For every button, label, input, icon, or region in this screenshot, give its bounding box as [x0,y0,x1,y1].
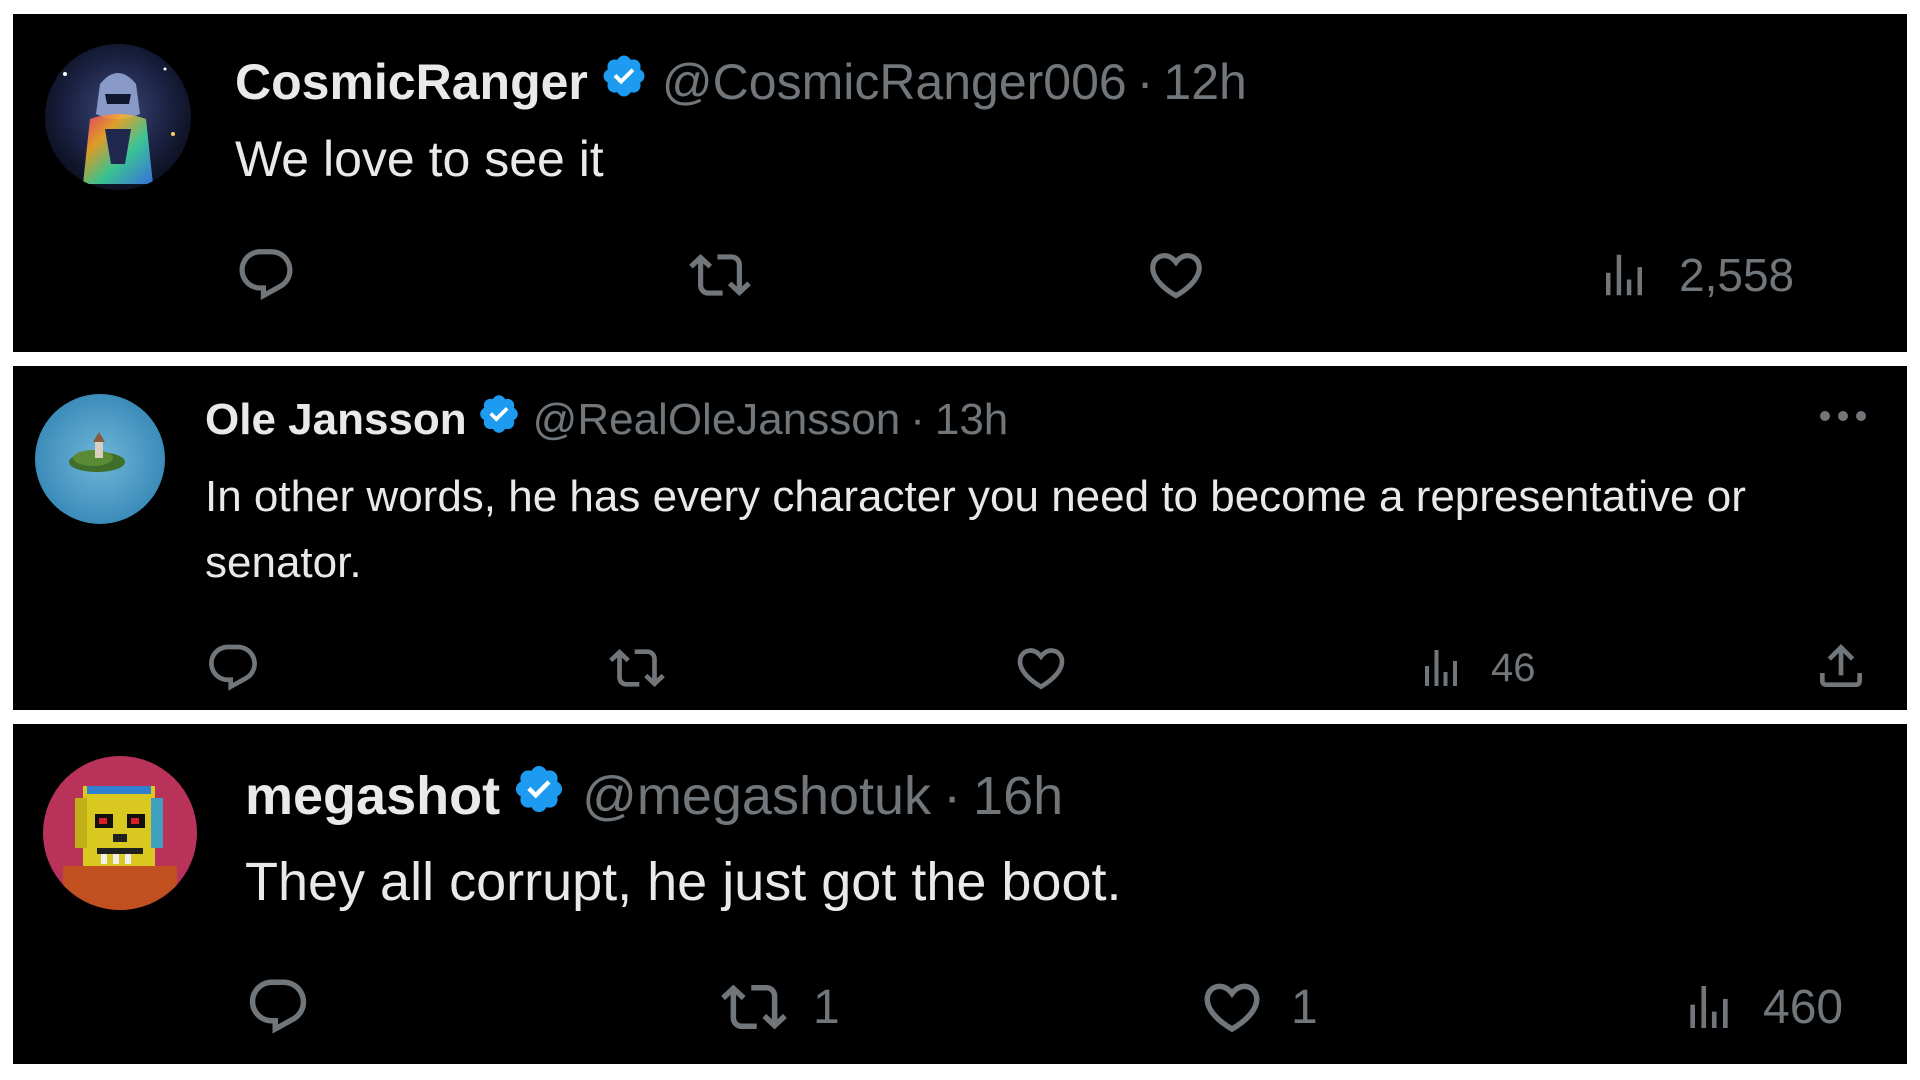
retweet-button[interactable] [689,244,779,306]
avatar[interactable] [35,394,165,524]
share-icon [1813,638,1869,694]
timestamp[interactable]: 16h [973,765,1063,827]
author-name[interactable]: megashot [245,765,500,827]
reply-icon [205,640,261,696]
more-options-button[interactable] [1817,406,1869,431]
tweet-text: We love to see it [235,131,604,187]
meta-separator: · [910,394,925,444]
tweet-card[interactable]: CosmicRanger @CosmicRanger006 · 12h We l… [13,14,1907,352]
tweet-header: Ole Jansson @RealOleJansson · 13h [205,392,1008,447]
timestamp[interactable]: 13h [935,395,1008,445]
tweet-text: In other words, he has every character y… [205,472,1746,587]
retweet-icon [609,640,665,696]
like-button[interactable] [1013,640,1095,696]
reply-button[interactable] [235,244,325,306]
views-count: 460 [1763,980,1844,1034]
verified-badge-icon [512,762,566,829]
tweet-card[interactable]: Ole Jansson @RealOleJansson · 13h In oth… [13,366,1907,710]
heart-icon [1199,974,1265,1040]
avatar[interactable] [43,756,197,910]
tweet-header: CosmicRanger @CosmicRanger006 · 12h [235,52,1247,112]
heart-icon [1145,244,1207,306]
reply-button[interactable] [205,640,287,696]
retweet-count: 1 [813,980,840,1034]
author-handle[interactable]: @CosmicRanger006 [662,53,1127,111]
views-count: 2,558 [1679,249,1795,301]
like-button[interactable] [1145,244,1235,306]
author-handle[interactable]: @RealOleJansson [533,395,901,445]
verified-badge-icon [600,52,648,112]
views-chart-icon [1597,244,1651,306]
verified-badge-icon [477,392,521,447]
reply-icon [245,974,311,1040]
meta-separator: · [1136,54,1154,110]
share-button[interactable] [1813,638,1869,694]
views-chart-icon [1417,640,1465,696]
tweet-text: They all corrupt, he just got the boot. [245,852,1122,912]
timestamp[interactable]: 12h [1163,53,1246,111]
tweet-header: megashot @megashotuk · 16h [245,762,1063,829]
author-handle[interactable]: @megashotuk [582,765,931,827]
retweet-icon [721,974,787,1040]
views-button[interactable]: 460 [1681,974,1843,1040]
views-count: 46 [1491,645,1536,690]
avatar[interactable] [45,44,191,190]
reply-icon [235,244,297,306]
meta-separator: · [943,765,962,826]
retweet-icon [689,244,751,306]
retweet-button[interactable]: 1 [721,974,840,1040]
views-chart-icon [1681,974,1737,1040]
retweet-button[interactable] [609,640,691,696]
heart-icon [1013,640,1069,696]
tweet-card[interactable]: megashot @megashotuk · 16h They all corr… [13,724,1907,1064]
more-dots-icon [1817,411,1869,430]
like-count: 1 [1291,980,1318,1034]
author-name[interactable]: Ole Jansson [205,395,467,445]
reply-button[interactable] [245,974,337,1040]
author-name[interactable]: CosmicRanger [235,53,588,111]
like-button[interactable]: 1 [1199,974,1318,1040]
views-button[interactable]: 46 [1417,640,1536,696]
views-button[interactable]: 2,558 [1597,244,1794,306]
